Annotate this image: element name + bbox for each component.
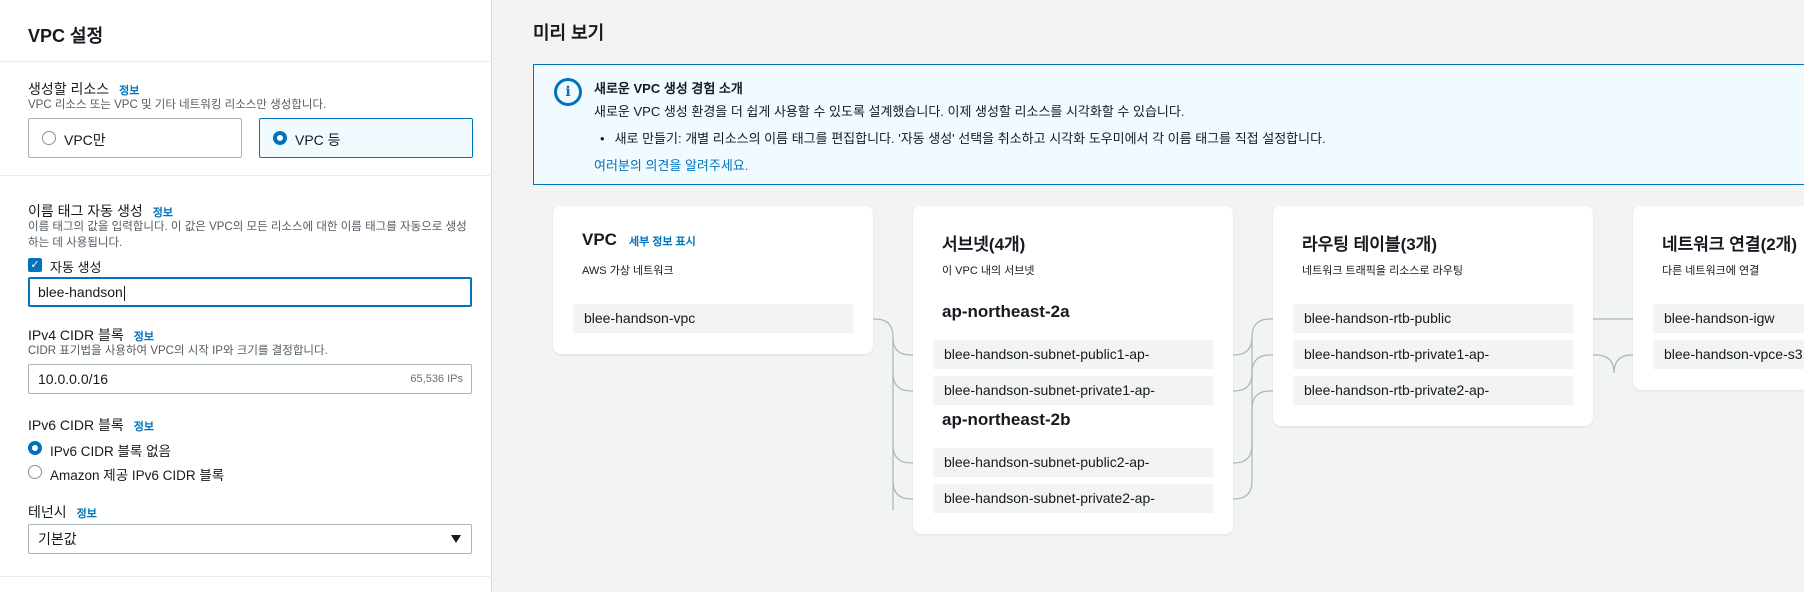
vpc-card-subtitle: AWS 가상 네트워크: [582, 265, 674, 277]
subnet-card-subtitle: 이 VPC 내의 서브넷: [942, 265, 1035, 277]
network-card-title: 네트워크 연결(2개): [1662, 235, 1797, 254]
route-table-node[interactable]: blee-handson-rtb-public: [1293, 304, 1573, 333]
az-label: ap-northeast-2b: [942, 410, 1071, 429]
show-details-link[interactable]: 세부 정보 표시: [629, 236, 696, 248]
route-table-card: 라우팅 테이블(3개) 네트워크 트래픽을 리소스로 라우팅 blee-hand…: [1273, 206, 1593, 426]
network-connection-node[interactable]: blee-handson-igw: [1653, 304, 1804, 333]
route-table-card-subtitle: 네트워크 트래픽을 리소스로 라우팅: [1302, 265, 1463, 277]
subnet-node[interactable]: blee-handson-subnet-public1-ap-: [933, 340, 1213, 369]
route-table-card-title: 라우팅 테이블(3개): [1302, 235, 1437, 254]
subnet-node[interactable]: blee-handson-subnet-private1-ap-: [933, 376, 1213, 405]
subnet-node[interactable]: blee-handson-subnet-public2-ap-: [933, 448, 1213, 477]
route-table-node[interactable]: blee-handson-rtb-private1-ap-: [1293, 340, 1573, 369]
subnet-card-title: 서브넷(4개): [942, 235, 1026, 254]
network-card-subtitle: 다른 네트워크에 연결: [1662, 265, 1760, 277]
network-connection-node[interactable]: blee-handson-vpce-s3: [1653, 340, 1804, 369]
az-label: ap-northeast-2a: [942, 302, 1070, 321]
route-table-node[interactable]: blee-handson-rtb-private2-ap-: [1293, 376, 1573, 405]
vpc-card-title: VPC 세부 정보 표시: [582, 230, 696, 249]
network-connection-card: 네트워크 연결(2개) 다른 네트워크에 연결 blee-handson-igw…: [1633, 206, 1804, 390]
subnet-node[interactable]: blee-handson-subnet-private2-ap-: [933, 484, 1213, 513]
vpc-node[interactable]: blee-handson-vpc: [573, 304, 853, 333]
vpc-card: VPC 세부 정보 표시 AWS 가상 네트워크 blee-handson-vpc: [553, 206, 873, 354]
subnet-card: 서브넷(4개) 이 VPC 내의 서브넷 ap-northeast-2a ble…: [913, 206, 1233, 534]
